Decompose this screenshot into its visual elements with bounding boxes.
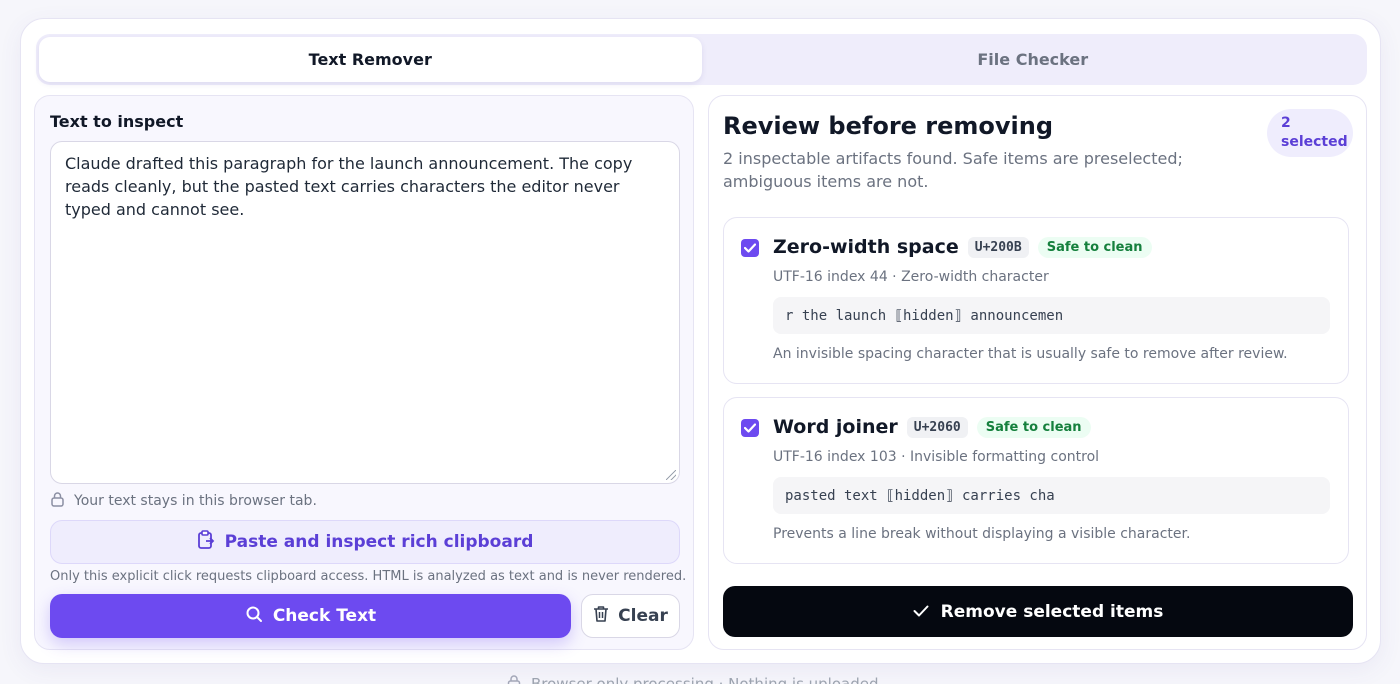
text-input-value: Claude drafted this paragraph for the la…: [65, 154, 633, 219]
artifact-description: An invisible spacing character that is u…: [773, 346, 1288, 362]
tab-file-checker[interactable]: File Checker: [702, 37, 1365, 82]
privacy-note-text: Your text stays in this browser tab.: [74, 493, 317, 509]
artifact-header: Zero-width space U+200B Safe to clean: [773, 236, 1152, 258]
review-subtitle: 2 inspectable artifacts found. Safe item…: [723, 149, 1183, 191]
artifact-header: Word joiner U+2060 Safe to clean: [773, 416, 1091, 438]
search-icon: [245, 605, 263, 628]
context-snippet: pasted text ⟦hidden⟧ carries cha: [773, 477, 1330, 514]
footer-note: Browser-only processing · Nothing is upl…: [507, 674, 879, 684]
clear-button[interactable]: Clear: [581, 594, 680, 638]
check-text-button[interactable]: Check Text: [50, 594, 571, 638]
safe-badge: Safe to clean: [976, 416, 1091, 438]
artifact-description: Prevents a line break without displaying…: [773, 526, 1191, 542]
footer-text: Browser-only processing · Nothing is upl…: [531, 675, 879, 684]
text-input[interactable]: Claude drafted this paragraph for the la…: [50, 141, 680, 484]
review-title: Review before removing: [723, 112, 1054, 140]
remove-selected-button[interactable]: Remove selected items: [723, 586, 1353, 637]
artifact-name: Zero-width space: [773, 236, 959, 258]
check-text-label: Check Text: [272, 606, 377, 626]
artifact-card: Zero-width space U+200B Safe to clean UT…: [723, 217, 1349, 384]
selected-count-badge: 2 selected: [1267, 109, 1353, 157]
artifact-checkbox[interactable]: [741, 419, 759, 437]
safe-badge: Safe to clean: [1037, 236, 1152, 258]
checkmark-icon: [744, 243, 756, 253]
clipboard-note: Only this explicit click requests clipbo…: [50, 569, 687, 584]
artifact-meta: UTF-16 index 44 · Zero-width character: [773, 269, 1049, 285]
artifact-meta: UTF-16 index 103 · Invisible formatting …: [773, 449, 1100, 465]
selected-count: 2: [1281, 115, 1291, 131]
resize-handle[interactable]: [666, 470, 676, 480]
selected-label: selected: [1281, 134, 1348, 150]
tab-text-remover[interactable]: Text Remover: [39, 37, 702, 82]
context-snippet: r the launch ⟦hidden⟧ announcemen: [773, 297, 1330, 334]
artifact-card: Word joiner U+2060 Safe to clean UTF-16 …: [723, 397, 1349, 564]
remove-selected-label: Remove selected items: [940, 601, 1164, 622]
review-panel: Review before removing 2 inspectable art…: [708, 95, 1367, 650]
check-icon: [913, 602, 929, 622]
app-window: Text Remover File Checker Text to inspec…: [20, 18, 1381, 664]
artifact-name: Word joiner: [773, 416, 898, 438]
checkmark-icon: [744, 423, 756, 433]
lock-icon: [507, 674, 521, 684]
mode-tabs: Text Remover File Checker: [36, 34, 1367, 85]
clipboard-icon: [197, 529, 215, 555]
privacy-note: Your text stays in this browser tab.: [50, 491, 317, 511]
codepoint-chip: U+200B: [967, 236, 1029, 258]
artifact-checkbox[interactable]: [741, 239, 759, 257]
paste-clipboard-label: Paste and inspect rich clipboard: [224, 532, 534, 552]
lock-icon: [50, 491, 65, 511]
clear-label: Clear: [618, 606, 668, 626]
paste-clipboard-button[interactable]: Paste and inspect rich clipboard: [50, 520, 680, 564]
trash-icon: [593, 605, 609, 628]
input-label: Text to inspect: [50, 112, 184, 131]
codepoint-chip: U+2060: [906, 416, 968, 438]
input-panel: Text to inspect Claude drafted this para…: [34, 95, 694, 650]
